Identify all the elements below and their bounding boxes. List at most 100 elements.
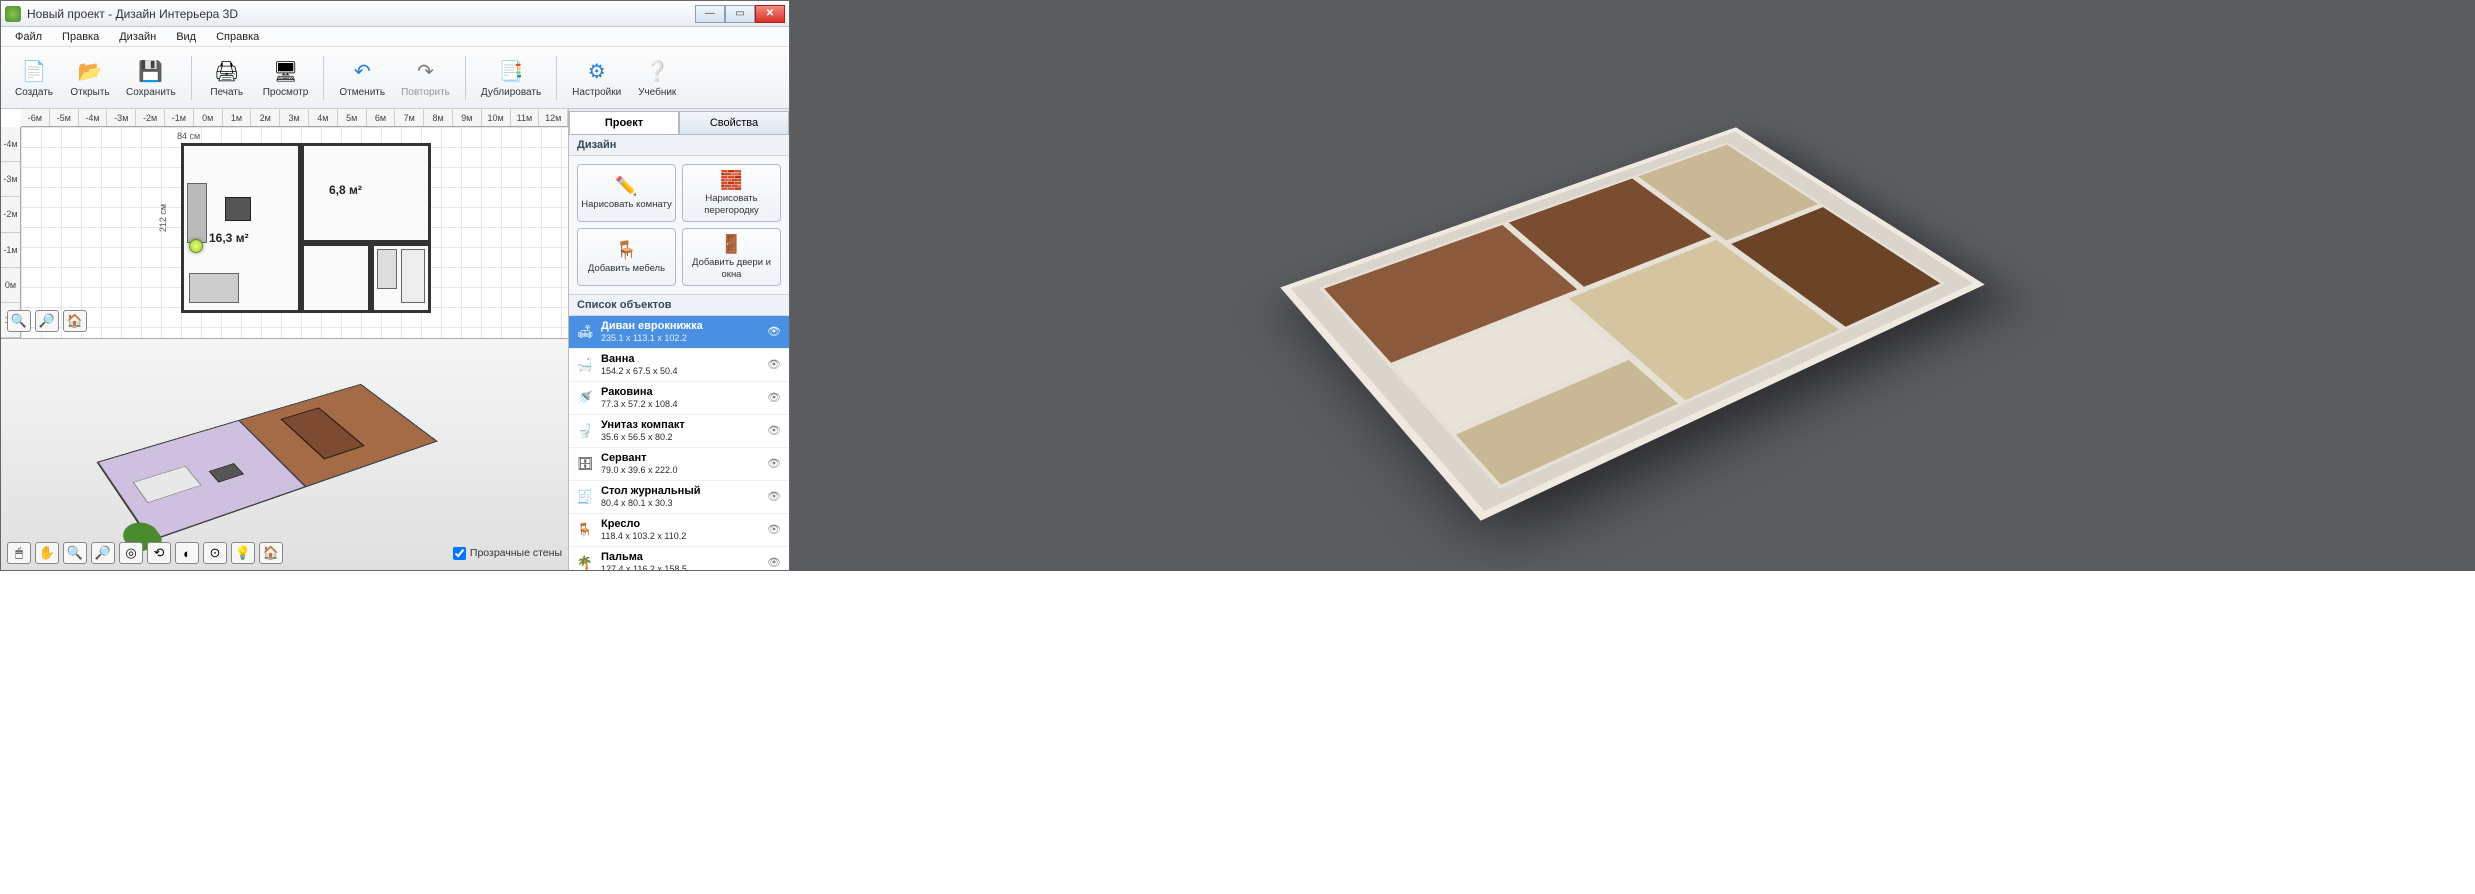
settings-button[interactable]: ⚙Настройки (567, 51, 626, 105)
tutorial-button[interactable]: ❔Учебник (632, 51, 682, 105)
object-row[interactable]: 🛋Диван еврокнижка235.1 x 113.1 x 102.2👁 (569, 316, 789, 349)
furniture-bathtub[interactable] (401, 249, 425, 303)
visibility-toggle-icon[interactable]: 👁 (767, 424, 783, 437)
separator (465, 56, 466, 100)
zoom-in-button[interactable]: 🔍 (63, 542, 87, 564)
menu-file[interactable]: Файл (7, 29, 50, 45)
preview-button[interactable]: 🖥Просмотр (258, 51, 314, 105)
open-button[interactable]: 📂Открыть (65, 51, 115, 105)
floppy-icon: 💾 (137, 57, 165, 85)
cursor-marker (189, 239, 203, 253)
tool-walk-button[interactable]: ◐ (175, 542, 199, 564)
duplicate-button[interactable]: 📑Дублировать (476, 51, 546, 105)
add-furniture-button[interactable]: 🪑Добавить мебель (577, 228, 676, 286)
tab-properties[interactable]: Свойства (679, 111, 789, 134)
home-button[interactable]: 🏠 (63, 310, 87, 332)
object-name: Пальма (601, 551, 761, 564)
minimize-button[interactable]: — (695, 5, 725, 23)
visibility-toggle-icon[interactable]: 👁 (767, 556, 783, 569)
maximize-button[interactable]: ▭ (725, 5, 755, 23)
ruler-tick: 12м (539, 109, 568, 126)
zoom-out-button[interactable]: 🔎 (35, 310, 59, 332)
tool-orbit-button[interactable]: ◎ (119, 542, 143, 564)
ruler-vertical: -4м-3м-2м-1м0м1м (1, 127, 21, 338)
undo-button[interactable]: ↶Отменить (334, 51, 390, 105)
object-row[interactable]: 🚿Раковина77.3 x 57.2 x 108.4👁 (569, 382, 789, 415)
ruler-tick: -3м (107, 109, 136, 126)
window-title: Новый проект - Дизайн Интерьера 3D (27, 7, 695, 21)
visibility-toggle-icon[interactable]: 👁 (767, 523, 783, 536)
view-3d[interactable]: 🖱 ✋ 🔍 🔎 ◎ ⟲ ◐ ⊙ 💡 🏠 Прозрачные стены (1, 339, 568, 570)
visibility-toggle-icon[interactable]: 👁 (767, 490, 783, 503)
draw-partition-button[interactable]: 🧱Нарисовать перегородку (682, 164, 781, 222)
object-name: Ванна (601, 353, 761, 366)
titlebar: Новый проект - Дизайн Интерьера 3D — ▭ ✕ (1, 1, 789, 27)
ruler-tick: -2м (1, 197, 20, 232)
object-row[interactable]: 🛁Ванна154.2 x 67.5 x 50.4👁 (569, 349, 789, 382)
isometric-render (1313, 56, 1953, 516)
room-area-label: 6,8 м² (329, 183, 362, 197)
ruler-tick: -3м (1, 162, 20, 197)
floorplan[interactable]: 16,3 м² 6,8 м² 212 см 84 см (181, 143, 431, 313)
tool-pan-button[interactable]: ✋ (35, 542, 59, 564)
visibility-toggle-icon[interactable]: 👁 (767, 325, 783, 338)
object-text: Пальма127.4 x 116.2 x 158.5 (601, 551, 761, 570)
object-row[interactable]: 🚽Унитаз компакт35.6 x 56.5 x 80.2👁 (569, 415, 789, 448)
ruler-tick: 4м (309, 109, 338, 126)
ruler-tick: 3м (280, 109, 309, 126)
object-icon: 🗄 (575, 454, 595, 474)
tool-camera-button[interactable]: ⊙ (203, 542, 227, 564)
tab-project[interactable]: Проект (569, 111, 679, 134)
separator (191, 56, 192, 100)
ruler-tick: -1м (1, 233, 20, 268)
object-list[interactable]: 🛋Диван еврокнижка235.1 x 113.1 x 102.2👁🛁… (569, 316, 789, 570)
menu-view[interactable]: Вид (168, 29, 204, 45)
ruler-tick: 2м (251, 109, 280, 126)
window-controls: — ▭ ✕ (695, 5, 785, 23)
room-hall[interactable] (301, 243, 371, 313)
ruler-horizontal: -6м-5м-4м-3м-2м-1м0м1м2м3м4м5м6м7м8м9м10… (21, 109, 568, 127)
tool-select-button[interactable]: 🖱 (7, 542, 31, 564)
visibility-toggle-icon[interactable]: 👁 (767, 457, 783, 470)
object-icon: 🧾 (575, 487, 595, 507)
tool-light-button[interactable]: 💡 (231, 542, 255, 564)
printer-icon: 🖨 (213, 57, 241, 85)
transparent-walls-input[interactable] (453, 547, 466, 560)
draw-room-button[interactable]: ✏️Нарисовать комнату (577, 164, 676, 222)
create-button[interactable]: 📄Создать (9, 51, 59, 105)
object-row[interactable]: 🧾Стол журнальный80.4 x 80.1 x 30.3👁 (569, 481, 789, 514)
object-row[interactable]: 🌴Пальма127.4 x 116.2 x 158.5👁 (569, 547, 789, 570)
menu-design[interactable]: Дизайн (111, 29, 164, 45)
home-button[interactable]: 🏠 (259, 542, 283, 564)
plan-view-2d[interactable]: -6м-5м-4м-3м-2м-1м0м1м2м3м4м5м6м7м8м9м10… (1, 109, 568, 339)
room-secondary[interactable] (301, 143, 431, 243)
menu-edit[interactable]: Правка (54, 29, 107, 45)
ruler-tick: -2м (136, 109, 165, 126)
gear-icon: ⚙ (583, 57, 611, 85)
visibility-toggle-icon[interactable]: 👁 (767, 358, 783, 371)
add-doors-button[interactable]: 🚪Добавить двери и окна (682, 228, 781, 286)
menubar: Файл Правка Дизайн Вид Справка (1, 27, 789, 47)
view3d-toolbar: 🖱 ✋ 🔍 🔎 ◎ ⟲ ◐ ⊙ 💡 🏠 Прозрачные стены (7, 542, 562, 564)
close-button[interactable]: ✕ (755, 5, 785, 23)
workspace: -6м-5м-4м-3м-2м-1м0м1м2м3м4м5м6м7м8м9м10… (1, 109, 789, 570)
print-button[interactable]: 🖨Печать (202, 51, 252, 105)
visibility-toggle-icon[interactable]: 👁 (767, 391, 783, 404)
object-row[interactable]: 🪑Кресло118.4 x 103.2 x 110.2👁 (569, 514, 789, 547)
redo-button[interactable]: ↷Повторить (396, 51, 455, 105)
tool-rotate-button[interactable]: ⟲ (147, 542, 171, 564)
menu-help[interactable]: Справка (208, 29, 267, 45)
furniture-sofa[interactable] (189, 273, 239, 303)
furniture-shelf[interactable] (187, 183, 207, 243)
furniture-toilet[interactable] (377, 249, 397, 289)
transparent-walls-checkbox[interactable]: Прозрачные стены (453, 547, 562, 560)
object-row[interactable]: 🗄Сервант79.0 x 39.6 x 222.0👁 (569, 448, 789, 481)
furniture-table[interactable] (225, 197, 251, 221)
ruler-tick: 0м (194, 109, 223, 126)
side-panel: Проект Свойства Дизайн ✏️Нарисовать комн… (569, 109, 789, 570)
render-floor-base (1280, 127, 1985, 520)
zoom-in-button[interactable]: 🔍 (7, 310, 31, 332)
zoom-out-button[interactable]: 🔎 (91, 542, 115, 564)
save-button[interactable]: 💾Сохранить (121, 51, 181, 105)
undo-icon: ↶ (348, 57, 376, 85)
